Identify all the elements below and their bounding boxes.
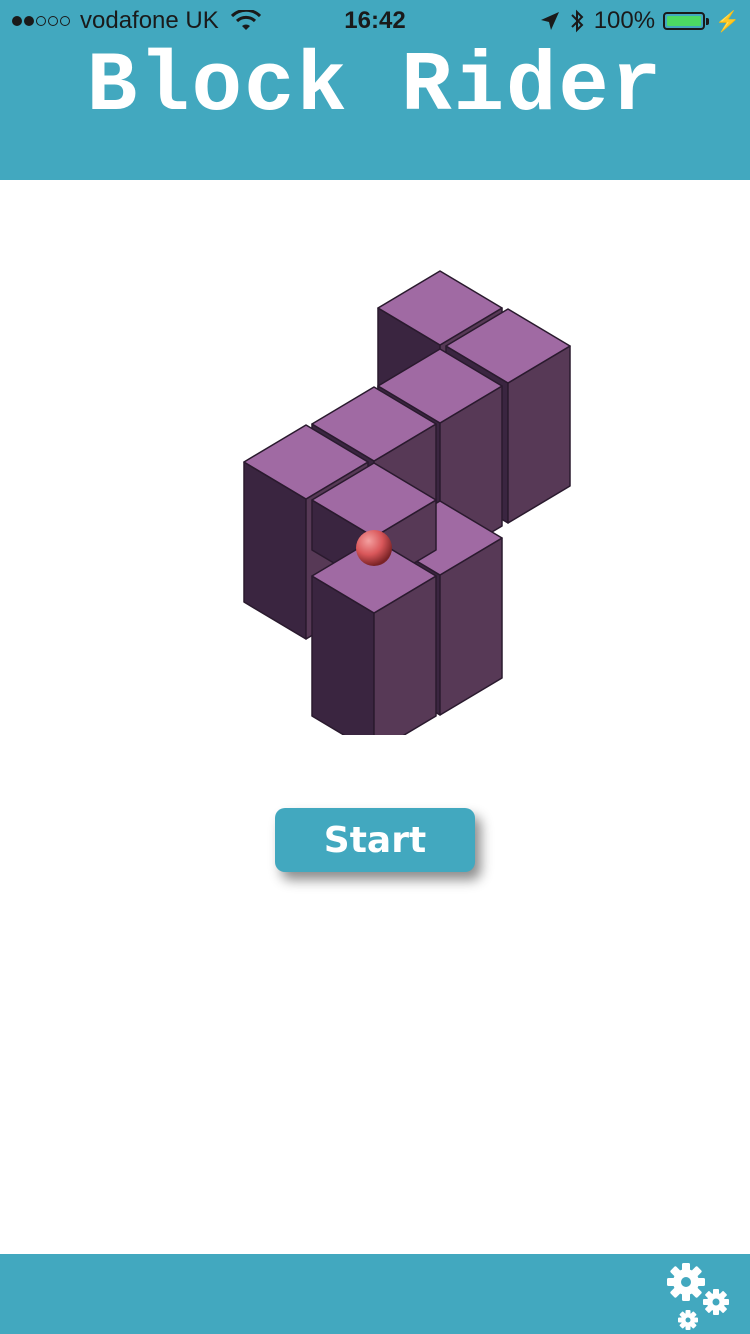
header-bar: vodafone UK 16:42 100% ⚡ Block Rider bbox=[0, 0, 750, 180]
page-title: Block Rider bbox=[86, 40, 664, 135]
block-cube bbox=[311, 538, 437, 735]
charging-icon: ⚡ bbox=[715, 10, 740, 33]
block-puzzle-illustration bbox=[243, 270, 571, 735]
location-arrow-icon bbox=[540, 12, 559, 30]
status-bar: vodafone UK 16:42 100% ⚡ bbox=[0, 0, 750, 40]
battery-percent: 100% bbox=[593, 7, 656, 34]
gears-icon[interactable] bbox=[664, 1260, 736, 1332]
start-button[interactable]: Start bbox=[275, 808, 475, 872]
bluetooth-icon bbox=[570, 9, 584, 33]
ball bbox=[356, 530, 392, 566]
battery-icon bbox=[663, 12, 710, 30]
footer-bar bbox=[0, 1254, 750, 1334]
status-right: 100% ⚡ bbox=[540, 7, 740, 35]
